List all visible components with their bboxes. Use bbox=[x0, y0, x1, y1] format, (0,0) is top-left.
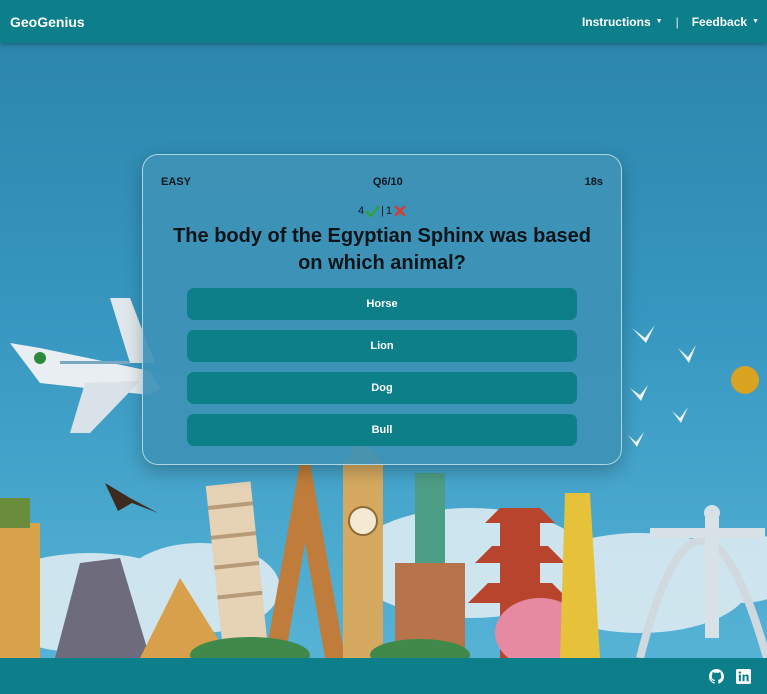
timer-label: 18s bbox=[584, 176, 603, 188]
top-navbar: GeoGenius Instructions ▼ | Feedback ▼ bbox=[0, 0, 767, 43]
caret-down-icon: ▼ bbox=[752, 18, 759, 25]
score-tally: 4 | 1 bbox=[143, 205, 621, 217]
check-icon bbox=[366, 205, 380, 217]
nav-menu: Instructions ▼ | Feedback ▼ bbox=[582, 15, 759, 29]
answer-button-1[interactable]: Horse bbox=[187, 288, 577, 320]
score-separator: | bbox=[381, 205, 384, 217]
nav-separator: | bbox=[675, 14, 679, 29]
footer-bar bbox=[0, 658, 767, 694]
quiz-header: EASY Q6/10 18s bbox=[161, 176, 603, 188]
question-text: The body of the Egyptian Sphinx was base… bbox=[173, 225, 591, 274]
wrong-count: 1 bbox=[385, 205, 393, 217]
question-progress: Q6/10 bbox=[372, 176, 403, 188]
instructions-dropdown[interactable]: Instructions ▼ bbox=[582, 15, 663, 29]
answer-button-4[interactable]: Bull bbox=[187, 414, 577, 446]
github-icon[interactable] bbox=[709, 668, 724, 684]
difficulty-label: EASY bbox=[161, 176, 191, 188]
answer-button-3[interactable]: Dog bbox=[187, 372, 577, 404]
feedback-dropdown[interactable]: Feedback ▼ bbox=[692, 15, 759, 29]
caret-down-icon: ▼ bbox=[655, 18, 663, 25]
answer-button-2[interactable]: Lion bbox=[187, 330, 577, 362]
instructions-label: Instructions bbox=[581, 14, 651, 29]
quiz-card: EASY Q6/10 18s 4 | 1 The body of the Egy… bbox=[142, 154, 622, 465]
brand-logo[interactable]: GeoGenius bbox=[10, 14, 85, 30]
correct-count: 4 bbox=[357, 205, 365, 217]
cross-icon bbox=[394, 205, 406, 217]
linkedin-icon[interactable] bbox=[736, 668, 751, 684]
airplane-illustration bbox=[10, 298, 160, 433]
feedback-label: Feedback bbox=[691, 14, 748, 29]
